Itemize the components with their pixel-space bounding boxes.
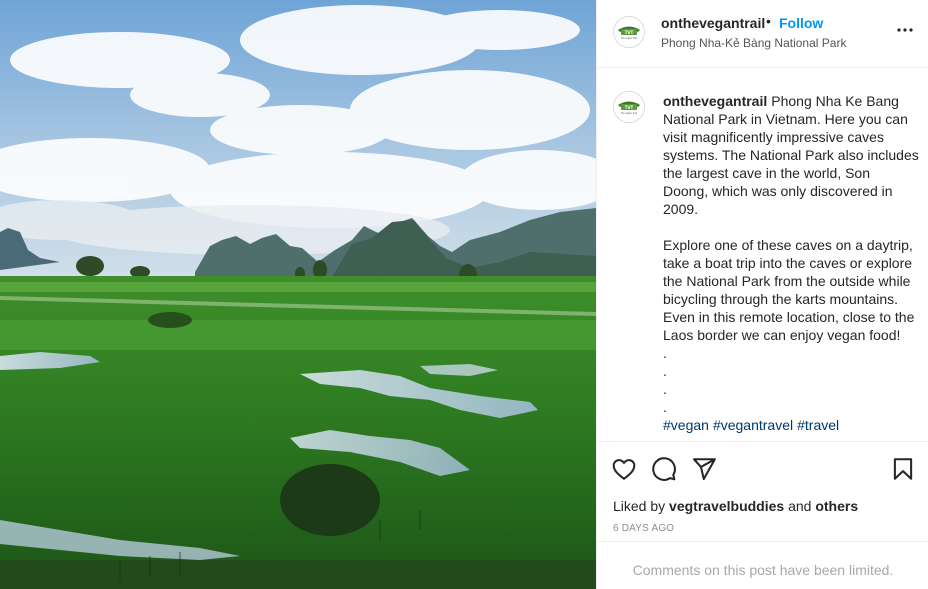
liked-by-user[interactable]: vegtravelbuddies (669, 498, 784, 514)
caption-dot: . (663, 363, 667, 379)
post-timestamp[interactable]: 6 DAYS AGO (613, 523, 674, 534)
hashtag-link[interactable]: #travel (797, 417, 839, 433)
comment-icon[interactable] (651, 456, 677, 482)
post-caption: onthevegantrail Phong Nha Ke Bang Nationa… (663, 92, 919, 434)
svg-text:TVT: TVT (625, 105, 634, 110)
post-actions: Liked by vegtravelbuddies and others 6 D… (597, 441, 928, 541)
post-header: TVT the vegan trail onthevegantrail • Fo… (597, 0, 928, 68)
post-image[interactable] (0, 0, 596, 589)
caption-username[interactable]: onthevegantrail (663, 93, 767, 109)
follow-button[interactable]: Follow (779, 15, 823, 31)
separator-dot: • (766, 13, 771, 29)
svg-text:the vegan trail: the vegan trail (621, 112, 637, 115)
bookmark-icon[interactable] (890, 456, 916, 482)
caption-dot: . (663, 345, 667, 361)
more-options-icon[interactable] (893, 18, 917, 42)
send-icon[interactable] (691, 456, 717, 482)
vegan-trail-logo-icon: TVT the vegan trail (614, 92, 644, 122)
caption-text: Phong Nha Ke Bang National Park in Vietn… (663, 93, 919, 217)
vegan-trail-logo-icon: TVT the vegan trail (614, 17, 644, 47)
heart-icon[interactable] (611, 456, 637, 482)
comments-limited-notice: Comments on this post have been limited. (597, 541, 928, 589)
caption-paragraph-1: onthevegantrail Phong Nha Ke Bang Nationa… (663, 92, 919, 218)
likes-others-link[interactable]: others (815, 498, 858, 514)
likes-and: and (788, 498, 812, 514)
likes-summary: Liked by vegtravelbuddies and others (613, 498, 858, 514)
post-username[interactable]: onthevegantrail (661, 15, 765, 31)
post-location[interactable]: Phong Nha-Kẻ Bàng National Park (661, 36, 846, 50)
hashtag-link[interactable]: #vegantravel (713, 417, 793, 433)
svg-text:the vegan trail: the vegan trail (621, 37, 637, 40)
caption-avatar[interactable]: TVT the vegan trail (613, 91, 645, 123)
svg-text:TVT: TVT (625, 30, 634, 35)
avatar[interactable]: TVT the vegan trail (613, 16, 645, 48)
landscape-photo (0, 0, 596, 589)
hashtags: #vegan #vegantravel #travel (663, 416, 919, 434)
hashtag-link[interactable]: #vegan (663, 417, 709, 433)
caption-dot: . (663, 381, 667, 397)
instagram-post: TVT the vegan trail onthevegantrail • Fo… (0, 0, 928, 589)
caption-dot: . (663, 399, 667, 415)
caption-paragraph-2: Explore one of these caves on a daytrip,… (663, 237, 915, 343)
likes-prefix: Liked by (613, 498, 666, 514)
comments-section: TVT the vegan trail onthevegantrail Phong… (597, 69, 928, 441)
post-side-panel: TVT the vegan trail onthevegantrail • Fo… (596, 0, 928, 589)
